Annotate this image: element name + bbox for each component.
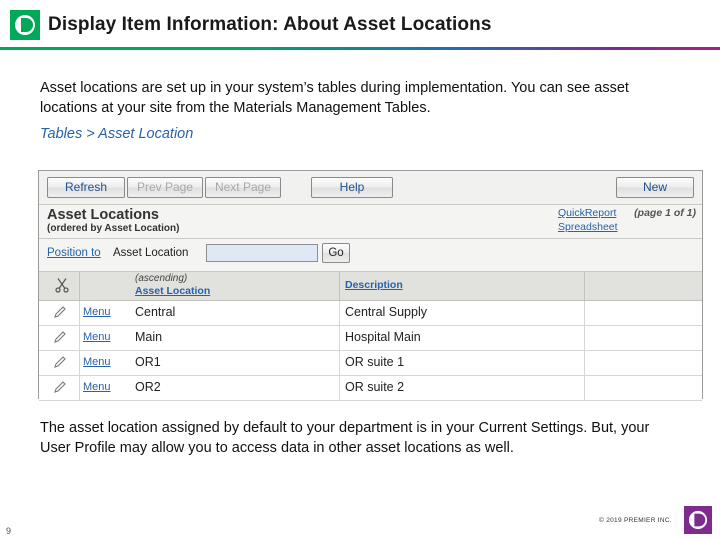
row-menu-link[interactable]: Menu: [83, 306, 111, 318]
description-value: OR suite 1: [345, 355, 404, 369]
header-cell-menu: [79, 272, 129, 300]
row-extra-cell: [584, 326, 702, 350]
position-field-label: Asset Location: [113, 247, 188, 259]
screenshot-subtitle: (ordered by Asset Location): [47, 223, 179, 234]
row-asset-location-cell: Main: [129, 326, 340, 350]
position-to-link[interactable]: Position to: [47, 247, 101, 259]
screenshot-titlebar: Asset Locations (ordered by Asset Locati…: [39, 205, 702, 239]
help-button[interactable]: Help: [311, 177, 393, 198]
row-asset-location-cell: OR1: [129, 351, 340, 375]
column-header-description[interactable]: Description: [345, 279, 403, 291]
asset-locations-table: (ascending) Asset Location Description M…: [39, 272, 702, 401]
pencil-icon[interactable]: [53, 355, 67, 372]
asset-location-value: Central: [135, 305, 175, 319]
row-asset-location-cell: Central: [129, 301, 340, 325]
asset-location-value: Main: [135, 330, 162, 344]
copyright-text: © 2019 PREMIER INC.: [599, 517, 672, 524]
next-page-button[interactable]: Next Page: [205, 177, 281, 198]
tables-breadcrumb-link[interactable]: Tables > Asset Location: [40, 126, 193, 142]
row-menu-cell[interactable]: Menu: [79, 301, 129, 325]
position-input[interactable]: [206, 244, 318, 262]
position-bar: Position to Asset Location Go: [39, 239, 702, 272]
page-indicator: (page 1 of 1): [634, 207, 696, 219]
row-menu-cell[interactable]: Menu: [79, 351, 129, 375]
header-cell-asset-location: (ascending) Asset Location: [129, 272, 340, 300]
row-extra-cell: [584, 376, 702, 400]
header-logo-icon: [10, 10, 40, 40]
page-number: 9: [6, 526, 11, 536]
row-menu-cell[interactable]: Menu: [79, 376, 129, 400]
refresh-button[interactable]: Refresh: [47, 177, 125, 198]
pencil-icon[interactable]: [53, 305, 67, 322]
description-value: OR suite 2: [345, 380, 404, 394]
row-description-cell: OR suite 2: [339, 376, 585, 400]
row-edit-cell[interactable]: [39, 351, 80, 375]
row-description-cell: Central Supply: [339, 301, 585, 325]
header-gradient-rule: [0, 47, 720, 50]
footer-logo-icon: [684, 506, 712, 534]
screenshot-title: Asset Locations: [47, 207, 159, 223]
closing-paragraph: The asset location assigned by default t…: [40, 418, 660, 458]
row-asset-location-cell: OR2: [129, 376, 340, 400]
row-edit-cell[interactable]: [39, 301, 80, 325]
sort-direction-note: (ascending): [135, 273, 187, 284]
pencil-icon[interactable]: [53, 380, 67, 397]
table-row[interactable]: Menu Central Central Supply: [39, 301, 702, 326]
screenshot-toolbar: Refresh Prev Page Next Page Help New: [39, 171, 702, 205]
new-button[interactable]: New: [616, 177, 694, 198]
row-edit-cell[interactable]: [39, 326, 80, 350]
description-value: Hospital Main: [345, 330, 421, 344]
row-menu-cell[interactable]: Menu: [79, 326, 129, 350]
row-menu-link[interactable]: Menu: [83, 381, 111, 393]
row-extra-cell: [584, 351, 702, 375]
table-row[interactable]: Menu Main Hospital Main: [39, 326, 702, 351]
application-screenshot: Refresh Prev Page Next Page Help New Ass…: [38, 170, 703, 399]
pencil-icon[interactable]: [53, 330, 67, 347]
table-row[interactable]: Menu OR1 OR suite 1: [39, 351, 702, 376]
column-header-asset-location[interactable]: Asset Location: [135, 285, 210, 297]
asset-location-value: OR1: [135, 355, 161, 369]
go-button[interactable]: Go: [322, 243, 350, 263]
row-description-cell: Hospital Main: [339, 326, 585, 350]
quickreport-link[interactable]: QuickReport: [558, 207, 616, 219]
row-description-cell: OR suite 1: [339, 351, 585, 375]
header-cell-description: Description: [339, 272, 585, 300]
description-value: Central Supply: [345, 305, 427, 319]
intro-paragraph: Asset locations are set up in your syste…: [40, 78, 660, 118]
row-edit-cell[interactable]: [39, 376, 80, 400]
table-header-row: (ascending) Asset Location Description: [39, 272, 702, 301]
header-cell-extra: [584, 272, 702, 300]
row-menu-link[interactable]: Menu: [83, 331, 111, 343]
page-header: Display Item Information: About Asset Lo…: [0, 0, 720, 50]
spreadsheet-link[interactable]: Spreadsheet: [558, 221, 618, 233]
asset-location-value: OR2: [135, 380, 161, 394]
row-extra-cell: [584, 301, 702, 325]
page-title: Display Item Information: About Asset Lo…: [48, 14, 492, 36]
table-row[interactable]: Menu OR2 OR suite 2: [39, 376, 702, 401]
header-cell-tools: [39, 272, 80, 300]
row-menu-link[interactable]: Menu: [83, 356, 111, 368]
scissors-icon[interactable]: [55, 277, 69, 296]
prev-page-button[interactable]: Prev Page: [127, 177, 203, 198]
